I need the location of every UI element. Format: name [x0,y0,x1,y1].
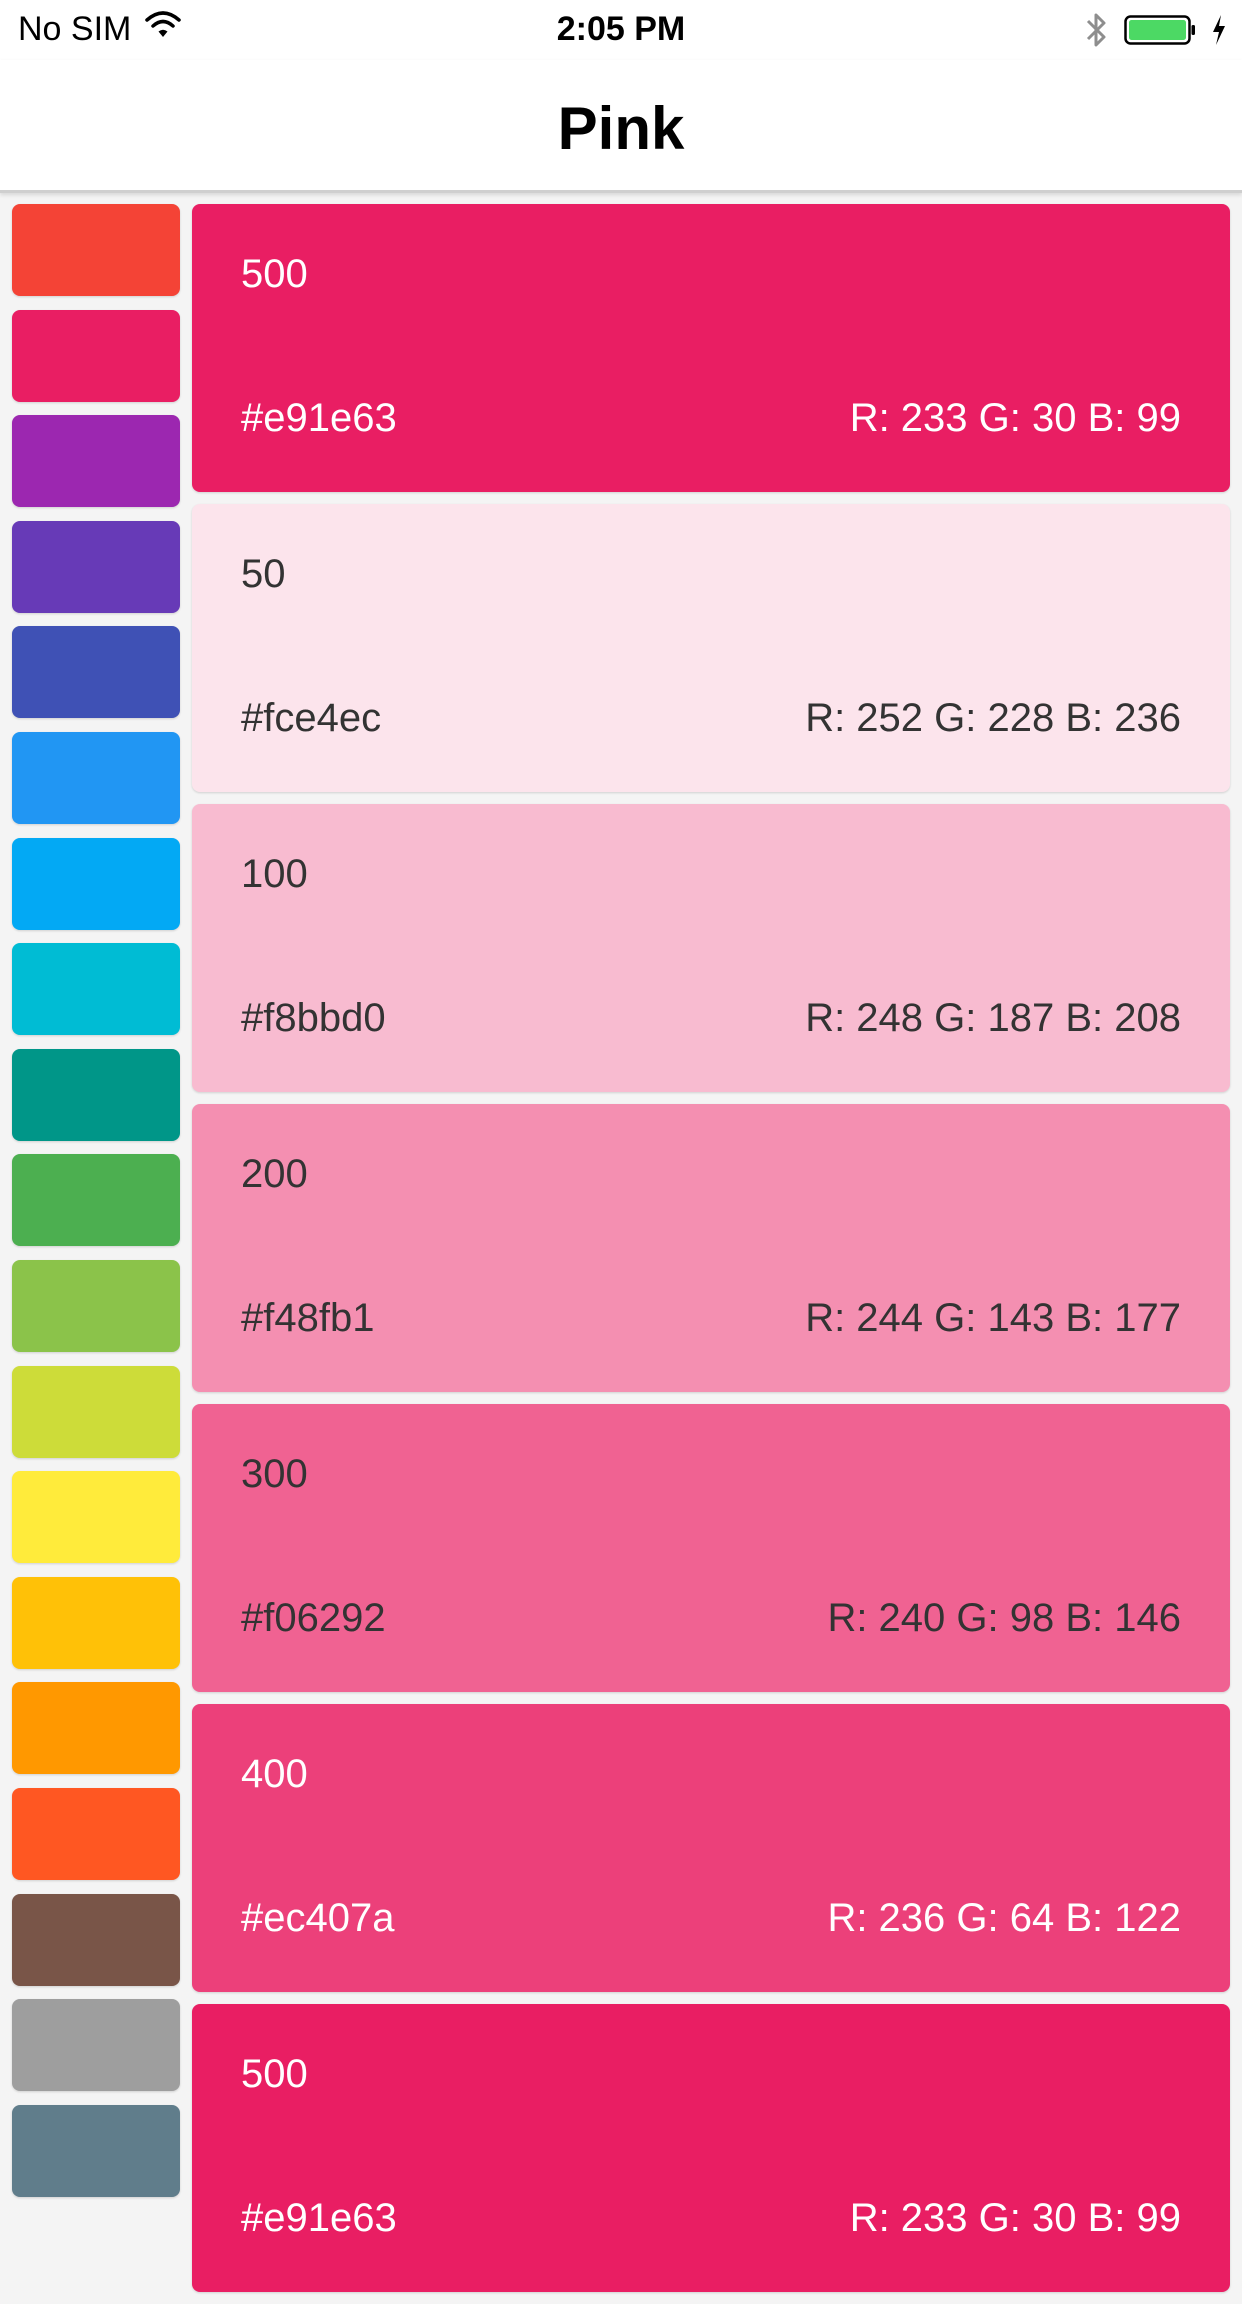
sidebar-color-swatch[interactable] [12,520,180,613]
sidebar-color-swatch[interactable] [12,1259,180,1352]
hex-code: #fce4ec [241,696,382,740]
shade-card[interactable]: 200 #f48fb1 R: 244 G: 143 B: 177 [192,1104,1230,1392]
rgb-values: R: 236 G: 64 B: 122 [827,1896,1181,1940]
hex-code: #e91e63 [241,2196,397,2240]
color-sidebar [12,204,180,2210]
sidebar-color-swatch[interactable] [12,943,180,1036]
status-right [1084,10,1228,59]
sidebar-color-swatch[interactable] [12,1893,180,1986]
shade-card[interactable]: 500 #e91e63 R: 233 G: 30 B: 99 [192,204,1230,492]
sidebar-color-swatch[interactable] [12,1154,180,1247]
hex-code: #f48fb1 [241,1296,375,1340]
sidebar-color-swatch[interactable] [12,2104,180,2197]
shade-card[interactable]: 100 #f8bbd0 R: 248 G: 187 B: 208 [192,804,1230,1092]
sidebar-color-swatch[interactable] [12,626,180,719]
sidebar-color-swatch[interactable] [12,1471,180,1564]
shade-card[interactable]: 50 #fce4ec R: 252 G: 228 B: 236 [192,504,1230,792]
sidebar-color-swatch[interactable] [12,415,180,508]
charging-bolt-icon [1210,13,1228,56]
hex-code: #f8bbd0 [241,996,386,1040]
rgb-values: R: 244 G: 143 B: 177 [805,1296,1181,1340]
sidebar-color-swatch[interactable] [12,1365,180,1458]
navigation-bar: Pink [0,60,1242,193]
hex-code: #f06292 [241,1596,386,1640]
shade-list: 500 #e91e63 R: 233 G: 30 B: 99 50 #fce4ec R: … [192,204,1230,2304]
sidebar-color-swatch[interactable] [12,1576,180,1669]
sidebar-color-swatch[interactable] [12,731,180,824]
status-bar: No SIM 2:05 PM [0,0,1242,60]
sidebar-color-swatch[interactable] [12,1682,180,1775]
shade-label: 100 [241,852,308,896]
sidebar-color-swatch[interactable] [12,204,180,296]
rgb-values: R: 252 G: 228 B: 236 [805,696,1181,740]
rgb-values: R: 248 G: 187 B: 208 [805,996,1181,1040]
shade-label: 50 [241,552,286,596]
shade-label: 500 [241,252,308,296]
sidebar-color-swatch[interactable] [12,1787,180,1880]
shade-label: 400 [241,1752,308,1796]
hex-code: #e91e63 [241,396,397,440]
rgb-values: R: 240 G: 98 B: 146 [827,1596,1181,1640]
shade-label: 200 [241,1152,308,1196]
shade-card[interactable]: 500 #e91e63 R: 233 G: 30 B: 99 [192,2004,1230,2292]
battery-icon [1124,13,1196,56]
hex-code: #ec407a [241,1896,395,1940]
sidebar-color-swatch[interactable] [12,309,180,402]
status-time: 2:05 PM [556,10,686,48]
shade-card[interactable]: 400 #ec407a R: 236 G: 64 B: 122 [192,1704,1230,1992]
rgb-values: R: 233 G: 30 B: 99 [849,396,1181,440]
sidebar-color-swatch[interactable] [12,1999,180,2092]
rgb-values: R: 233 G: 30 B: 99 [849,2196,1181,2240]
bluetooth-icon [1084,10,1110,59]
shade-label: 500 [241,2052,308,2096]
page-title: Pink [557,94,685,162]
sidebar-color-swatch[interactable] [12,837,180,930]
sidebar-color-swatch[interactable] [12,1048,180,1141]
shade-label: 300 [241,1452,308,1496]
shade-card[interactable]: 300 #f06292 R: 240 G: 98 B: 146 [192,1404,1230,1692]
